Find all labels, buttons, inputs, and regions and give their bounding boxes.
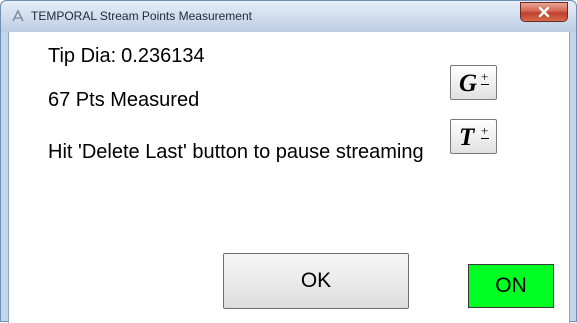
close-button[interactable] [520, 2, 568, 22]
plus-minus-icon: + [481, 123, 489, 139]
points-measured-text: 67 Pts Measured [48, 89, 200, 111]
t-symbol: T [459, 124, 475, 151]
instruction-text: Hit 'Delete Last' button to pause stream… [48, 141, 424, 163]
g-plus-minus-button[interactable]: G + [450, 65, 497, 100]
dialog-window: TEMPORAL Stream Points Measurement Tip D… [0, 0, 577, 323]
ok-button[interactable]: OK [223, 253, 409, 309]
tip-diameter-text: Tip Dia: 0.236134 [48, 45, 205, 68]
window-title: TEMPORAL Stream Points Measurement [31, 9, 252, 23]
title-bar[interactable]: TEMPORAL Stream Points Measurement [1, 1, 576, 32]
app-icon [10, 8, 26, 24]
plus-minus-icon: + [481, 69, 489, 85]
tip-diameter-label: Tip Dia: [48, 45, 117, 67]
on-toggle-button[interactable]: ON [468, 264, 554, 308]
g-symbol: G [459, 70, 478, 97]
close-icon [537, 6, 551, 18]
t-plus-minus-button[interactable]: T + [450, 119, 497, 154]
tip-diameter-value: 0.236134 [121, 45, 205, 67]
dialog-content: Tip Dia: 0.236134 67 Pts Measured Hit 'De… [8, 32, 570, 323]
